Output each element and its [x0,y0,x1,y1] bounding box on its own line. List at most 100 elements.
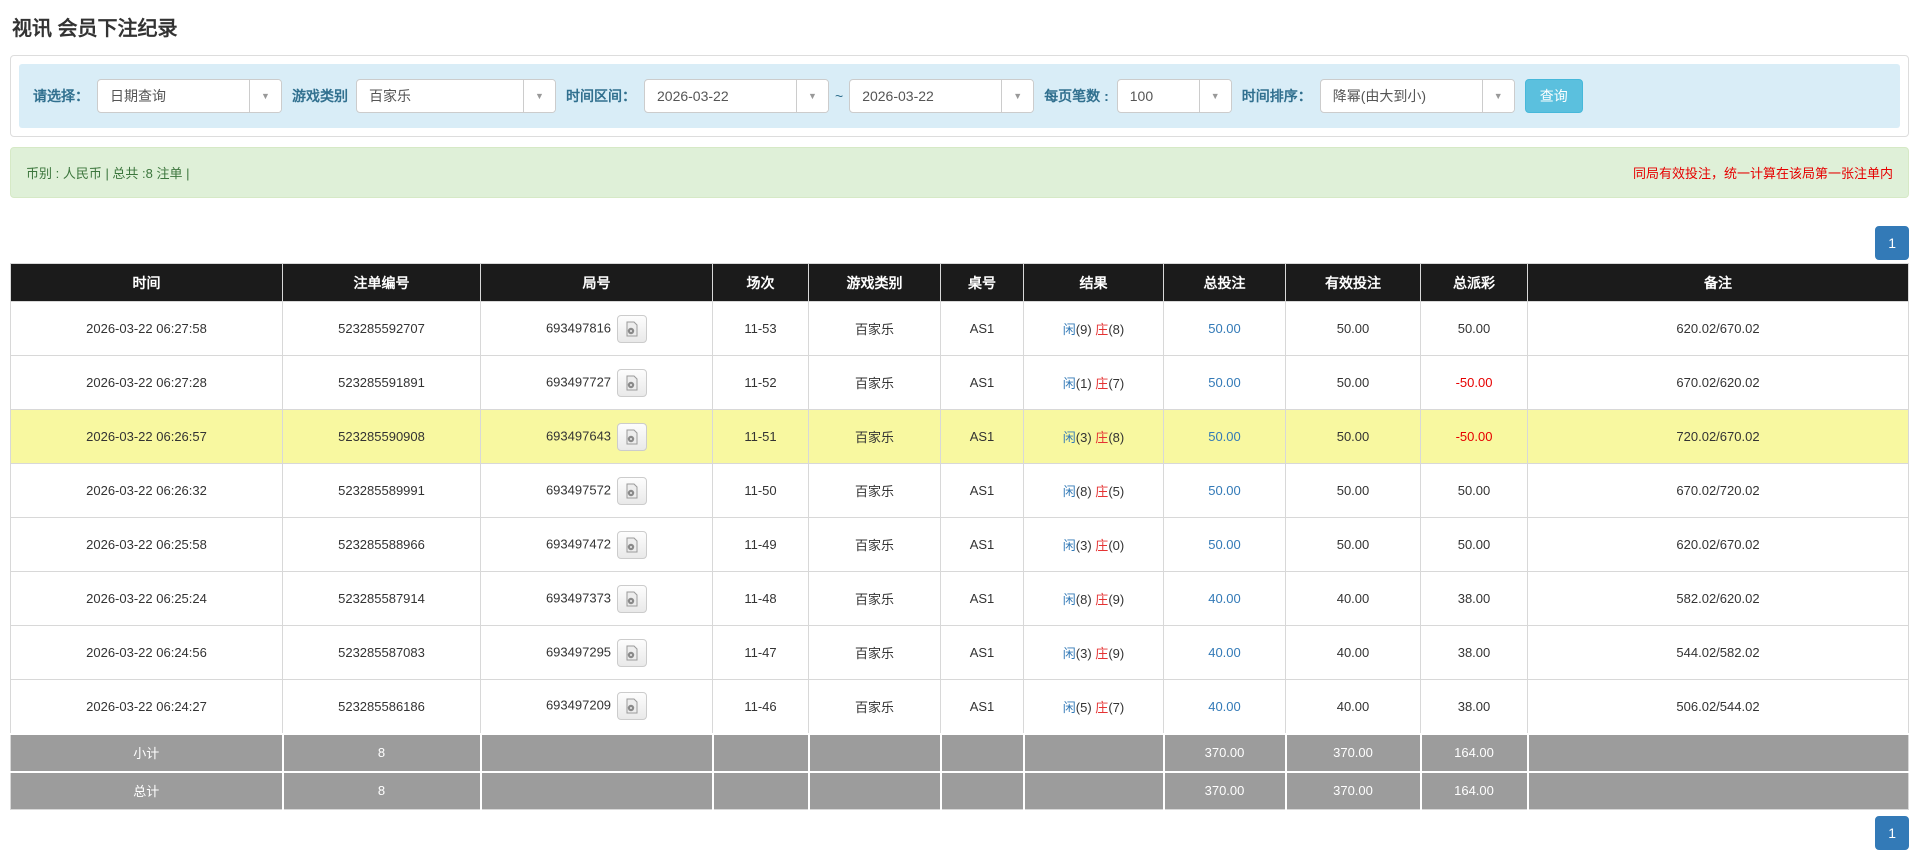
table-no: AS1 [941,464,1024,518]
total-bet[interactable]: 40.00 [1164,626,1286,680]
page-size-combobox[interactable]: 100 ▼ [1117,79,1232,113]
video-file-icon [624,537,640,553]
footer-empty-cell [713,772,809,810]
date-from-combobox[interactable]: 2026-03-22 ▼ [644,79,829,113]
bet-id: 523285591891 [283,356,481,410]
chevron-down-icon[interactable]: ▼ [796,80,828,112]
bet-id: 523285586186 [283,680,481,734]
total-bet-link[interactable]: 50.00 [1208,537,1241,552]
video-file-icon [624,483,640,499]
total-bet-link[interactable]: 50.00 [1208,483,1241,498]
total-bet[interactable]: 50.00 [1164,464,1286,518]
player-result-label: 闲 [1063,430,1076,445]
total-bet-link[interactable]: 50.00 [1208,375,1241,390]
total-bet[interactable]: 50.00 [1164,410,1286,464]
table-row: 2026-03-22 06:26:57523285590908693497643… [11,410,1909,464]
bet-time: 2026-03-22 06:25:24 [11,572,283,626]
round-number: 693497472 [546,536,611,551]
video-replay-button[interactable] [617,531,647,559]
chevron-down-icon[interactable]: ▼ [249,80,281,112]
currency-summary-text: 币别 : 人民币 | 总共 :8 注单 | [26,163,190,182]
valid-bet: 50.00 [1286,302,1421,356]
result: 闲(3) 庄(8) [1024,410,1164,464]
sort-order-combobox[interactable]: 降幂(由大到小) ▼ [1320,79,1515,113]
total-bet[interactable]: 50.00 [1164,356,1286,410]
valid-bet: 50.00 [1286,518,1421,572]
chevron-down-icon[interactable]: ▼ [1001,80,1033,112]
date-to-combobox[interactable]: 2026-03-22 ▼ [849,79,1034,113]
footer-total-bet: 370.00 [1164,734,1286,772]
total-bet-link[interactable]: 40.00 [1208,699,1241,714]
round-id: 693497209 [481,680,713,734]
pagination-top: 1 [10,226,1909,260]
footer-empty-cell [481,772,713,810]
bet-time: 2026-03-22 06:24:56 [11,626,283,680]
summary-bar: 币别 : 人民币 | 总共 :8 注单 | 同局有效投注，统一计算在该局第一张注… [10,147,1909,198]
game-type: 百家乐 [809,518,941,572]
total-bet-link[interactable]: 50.00 [1208,429,1241,444]
chevron-down-icon[interactable]: ▼ [1199,80,1231,112]
chevron-down-icon[interactable]: ▼ [523,80,555,112]
remark: 544.02/582.02 [1528,626,1909,680]
footer-empty-cell [713,734,809,772]
page-size-value: 100 [1118,88,1199,104]
table-no: AS1 [941,302,1024,356]
subtotal-row: 小计8370.00370.00164.00 [11,734,1909,772]
chevron-down-icon[interactable]: ▼ [1482,80,1514,112]
column-header-7: 总投注 [1164,264,1286,302]
footer-empty-cell [1528,734,1909,772]
banker-result-label: 庄 [1095,646,1108,661]
video-file-icon [624,429,640,445]
column-header-10: 备注 [1528,264,1909,302]
page-button-1[interactable]: 1 [1875,816,1909,850]
pagination-bottom: 1 [10,816,1909,850]
video-file-icon [624,375,640,391]
total-bet[interactable]: 50.00 [1164,518,1286,572]
video-replay-button[interactable] [617,477,647,505]
player-result-label: 闲 [1063,700,1076,715]
total-bet[interactable]: 50.00 [1164,302,1286,356]
payout: -50.00 [1421,356,1528,410]
banker-result-label: 庄 [1095,484,1108,499]
date-to-value: 2026-03-22 [850,88,1001,104]
game-type-value: 百家乐 [357,86,523,106]
footer-count: 8 [283,734,481,772]
player-result-score: (9) [1076,322,1096,337]
video-replay-button[interactable] [617,369,647,397]
session-no: 11-47 [713,626,809,680]
footer-valid-bet: 370.00 [1286,734,1421,772]
total-bet-link[interactable]: 50.00 [1208,321,1241,336]
video-replay-button[interactable] [617,692,647,720]
page-title: 视讯 会员下注纪录 [12,12,1909,41]
video-replay-button[interactable] [617,585,647,613]
column-header-8: 有效投注 [1286,264,1421,302]
video-replay-button[interactable] [617,639,647,667]
result: 闲(5) 庄(7) [1024,680,1164,734]
round-id: 693497472 [481,518,713,572]
video-file-icon [624,591,640,607]
player-result-score: (3) [1076,538,1096,553]
video-replay-button[interactable] [617,423,647,451]
column-header-9: 总派彩 [1421,264,1528,302]
table-no: AS1 [941,518,1024,572]
payout: 38.00 [1421,572,1528,626]
banker-result-label: 庄 [1095,322,1108,337]
footer-empty-cell [809,734,941,772]
query-type-combobox[interactable]: 日期查询 ▼ [97,79,282,113]
player-result-score: (1) [1076,376,1096,391]
total-bet[interactable]: 40.00 [1164,572,1286,626]
round-id: 693497643 [481,410,713,464]
session-no: 11-50 [713,464,809,518]
total-bet[interactable]: 40.00 [1164,680,1286,734]
round-id: 693497727 [481,356,713,410]
bet-id: 523285592707 [283,302,481,356]
player-result-score: (3) [1076,430,1096,445]
footer-total-bet: 370.00 [1164,772,1286,810]
game-type-combobox[interactable]: 百家乐 ▼ [356,79,556,113]
query-button[interactable]: 查询 [1525,79,1583,113]
page-button-1[interactable]: 1 [1875,226,1909,260]
total-bet-link[interactable]: 40.00 [1208,591,1241,606]
bet-id: 523285587083 [283,626,481,680]
total-bet-link[interactable]: 40.00 [1208,645,1241,660]
video-replay-button[interactable] [617,315,647,343]
